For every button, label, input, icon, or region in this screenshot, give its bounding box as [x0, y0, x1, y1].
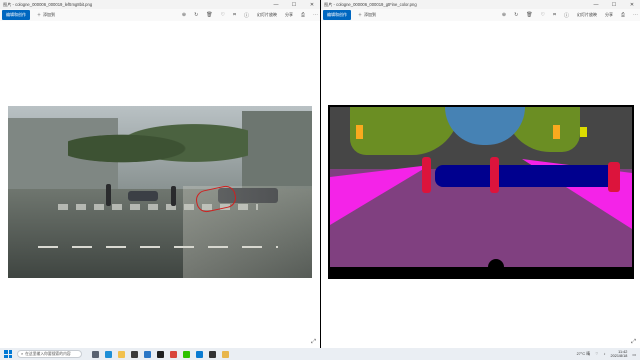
rotate-icon[interactable]: ↻	[194, 12, 198, 18]
zoom-in-icon[interactable]: ⊕	[182, 12, 186, 18]
image-canvas: ⤢	[321, 21, 640, 348]
taskbar-search-input[interactable]: ⌕ 在这里输入你要搜索的内容	[17, 350, 82, 358]
store-icon[interactable]	[131, 350, 138, 358]
add-to-button[interactable]: ＋ 添加到	[37, 12, 55, 18]
delete-icon[interactable]: 🗑	[206, 12, 212, 18]
street-photo	[8, 106, 312, 278]
add-to-label: 添加到	[364, 12, 376, 17]
minimize-icon[interactable]: —	[591, 2, 601, 8]
file-explorer-icon[interactable]	[118, 350, 125, 358]
pycharm-icon[interactable]	[157, 350, 164, 358]
window-title: 图片 - cologne_000006_000019_gtFine_color.…	[324, 1, 417, 7]
weather-label[interactable]: 27°C 晴	[577, 352, 590, 357]
toolbar: 编辑和创作 ＋ 添加到 ⊕ ↻ 🗑 ♡ ⌗ ⓘ 幻灯片放映 分享 ⎙ ⋯	[0, 9, 320, 21]
chrome-icon[interactable]	[170, 350, 177, 358]
more-icon[interactable]: ⋯	[633, 12, 638, 18]
search-icon: ⌕	[21, 352, 24, 356]
crop-icon[interactable]: ⌗	[233, 12, 236, 18]
volume-icon[interactable]: ♪	[604, 352, 606, 356]
maximize-icon[interactable]: ☐	[289, 2, 299, 8]
close-icon[interactable]: ✕	[307, 2, 317, 8]
print-icon[interactable]: ⎙	[621, 12, 625, 18]
info-icon[interactable]: ⓘ	[564, 12, 569, 19]
toolbar: 编辑和创作 ＋ 添加到 ⊕ ↻ 🗑 ♡ ⌗ ⓘ 幻灯片放映 分享 ⎙ ⋯	[321, 9, 640, 21]
photos-icon[interactable]	[196, 350, 203, 358]
slideshow-button[interactable]: 幻灯片放映	[577, 12, 597, 18]
folder-icon[interactable]	[222, 350, 229, 358]
rotate-icon[interactable]: ↻	[514, 12, 518, 18]
image-canvas: ⤢	[0, 21, 320, 348]
search-placeholder: 在这里输入你要搜索的内容	[25, 351, 71, 356]
window-title: 图片 - cologne_000006_000019_leftImg8bit.p…	[3, 1, 93, 7]
taskbar: ⌕ 在这里输入你要搜索的内容 27°C 晴 ⌔ ♪ 11:42 2021/8/1…	[0, 348, 640, 360]
add-to-button[interactable]: ＋ 添加到	[358, 12, 376, 18]
crop-icon[interactable]: ⌗	[553, 12, 556, 18]
clock-date: 2021/8/18	[610, 354, 628, 358]
plus-icon: ＋	[37, 12, 41, 17]
segmentation-map	[328, 105, 634, 279]
notification-icon[interactable]: ▭	[632, 352, 636, 357]
minimize-icon[interactable]: —	[271, 2, 281, 8]
fullscreen-icon[interactable]: ⤢	[311, 339, 316, 346]
network-icon[interactable]: ⌔	[595, 352, 599, 357]
title-bar: 图片 - cologne_000006_000019_leftImg8bit.p…	[0, 0, 320, 9]
title-bar: 图片 - cologne_000006_000019_gtFine_color.…	[321, 0, 640, 9]
terminal-icon[interactable]	[209, 350, 216, 358]
delete-icon[interactable]: 🗑	[526, 12, 532, 18]
system-tray: 27°C 晴 ⌔ ♪ 11:42 2021/8/18 ▭	[577, 350, 636, 358]
print-icon[interactable]: ⎙	[301, 12, 305, 18]
wechat-icon[interactable]	[183, 350, 190, 358]
favorite-icon[interactable]: ♡	[221, 12, 225, 18]
edit-create-button[interactable]: 编辑和创作	[323, 10, 351, 20]
plus-icon: ＋	[358, 12, 362, 17]
add-to-label: 添加到	[43, 12, 55, 17]
windows-start-icon[interactable]	[4, 350, 12, 358]
fullscreen-icon[interactable]: ⤢	[631, 339, 636, 346]
photos-window-left: 图片 - cologne_000006_000019_leftImg8bit.p…	[0, 0, 320, 348]
share-button[interactable]: 分享	[285, 12, 293, 18]
maximize-icon[interactable]: ☐	[609, 2, 619, 8]
more-icon[interactable]: ⋯	[313, 12, 318, 18]
pinned-apps	[92, 350, 229, 358]
task-view-icon[interactable]	[92, 350, 99, 358]
slideshow-button[interactable]: 幻灯片放映	[257, 12, 277, 18]
zoom-in-icon[interactable]: ⊕	[502, 12, 506, 18]
clock[interactable]: 11:42 2021/8/18	[611, 350, 628, 358]
photos-window-right: 图片 - cologne_000006_000019_gtFine_color.…	[321, 0, 640, 348]
mail-icon[interactable]	[144, 350, 151, 358]
close-icon[interactable]: ✕	[627, 2, 637, 8]
info-icon[interactable]: ⓘ	[244, 12, 249, 19]
share-button[interactable]: 分享	[605, 12, 613, 18]
edge-icon[interactable]	[105, 350, 112, 358]
desktop: 图片 - cologne_000006_000019_leftImg8bit.p…	[0, 0, 640, 360]
edit-create-button[interactable]: 编辑和创作	[2, 10, 30, 20]
favorite-icon[interactable]: ♡	[541, 12, 545, 18]
